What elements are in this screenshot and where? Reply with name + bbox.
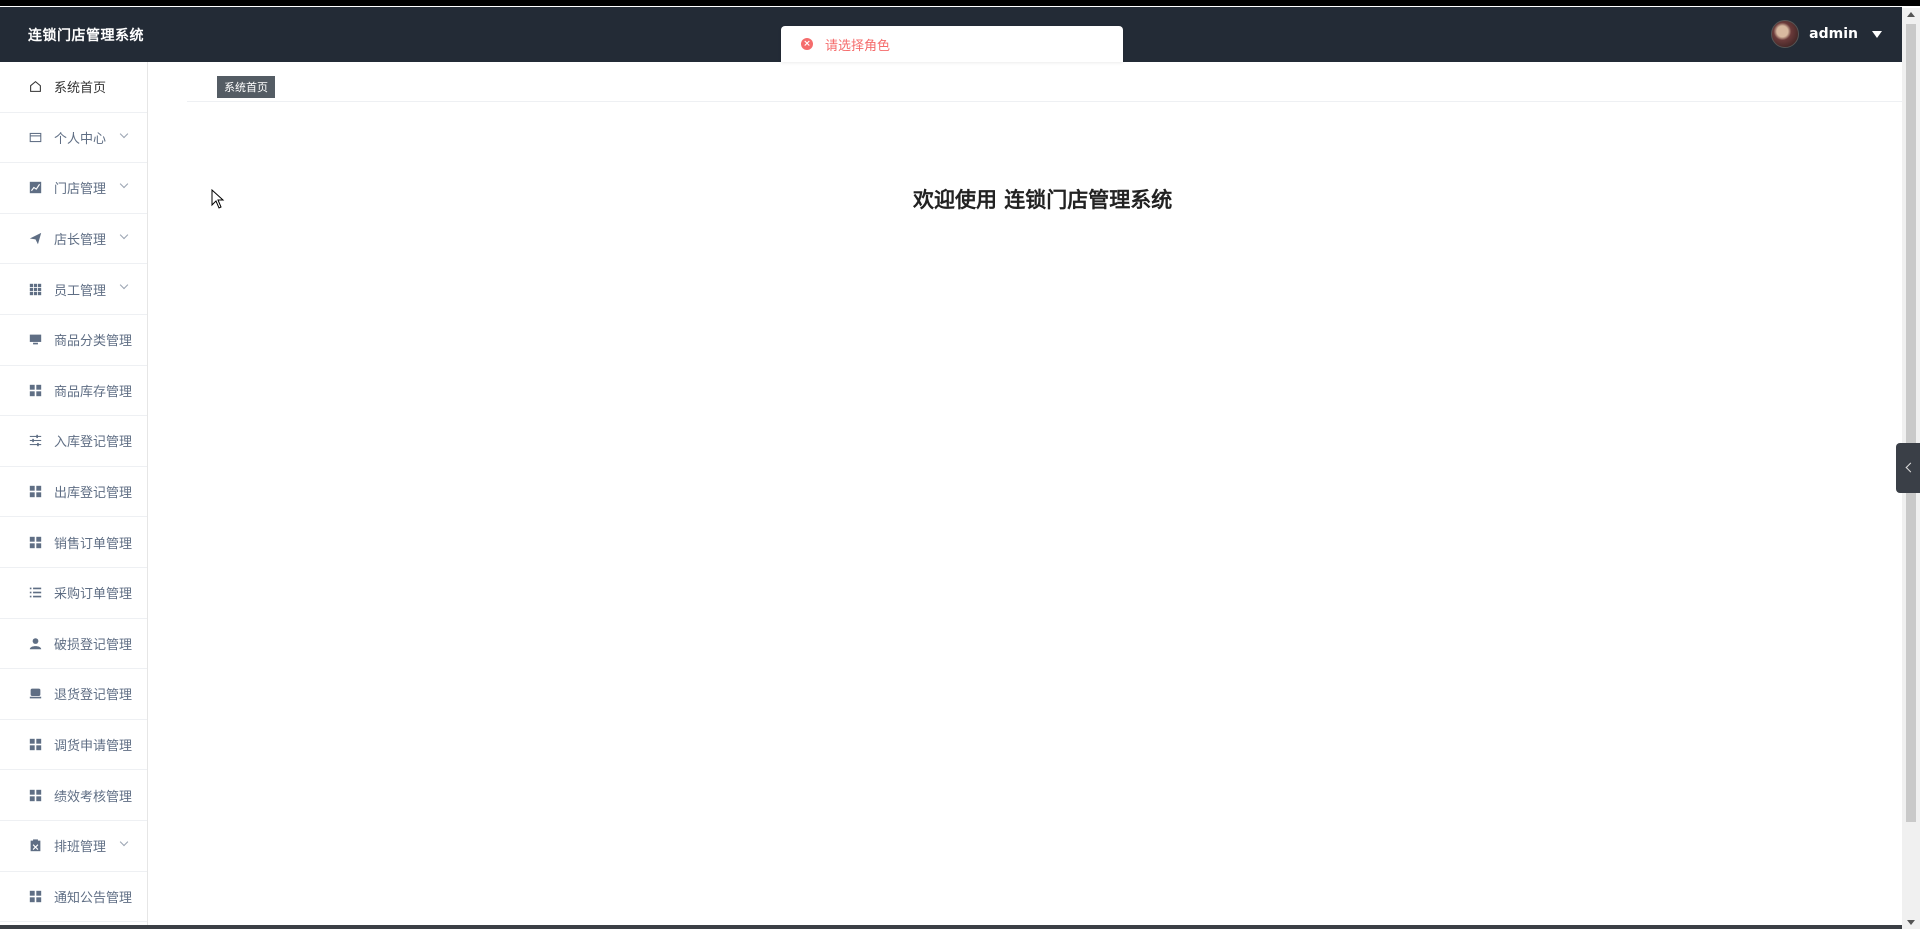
apps-icon [28, 889, 42, 903]
user-menu[interactable]: admin [1771, 20, 1882, 48]
chevron-down-icon [119, 837, 129, 847]
chevron-down-icon [119, 179, 129, 189]
breadcrumb-tag-home[interactable]: 系统首页 [217, 76, 275, 98]
sidebar-item-label: 店长管理 [54, 233, 107, 249]
sidebar-item-label: 绩效考核管理 [54, 789, 133, 805]
sidebar-item-category[interactable]: 商品分类管理 [0, 315, 147, 366]
wallet-icon [28, 130, 42, 144]
clipboard-icon [28, 839, 42, 853]
avatar[interactable] [1771, 20, 1800, 48]
apps-icon [28, 485, 42, 499]
sidebar-item-performance[interactable]: 绩效考核管理 [0, 770, 147, 821]
sidebar-item-label: 个人中心 [54, 131, 107, 147]
scroll-thumb[interactable] [1906, 24, 1916, 822]
error-toast: × 请选择角色 [781, 26, 1123, 62]
window-bottom-border [0, 925, 1902, 929]
mouse-cursor-icon [211, 189, 225, 209]
grid-icon [28, 282, 42, 296]
scroll-up-icon[interactable] [1907, 12, 1915, 17]
sidebar-item-label: 破损登记管理 [54, 637, 133, 653]
sidebar-item-notice[interactable]: 通知公告管理 [0, 872, 147, 923]
sidebar-item-store[interactable]: 门店管理 [0, 163, 147, 214]
sidebar-item-label: 系统首页 [54, 81, 107, 97]
sidebar-item-label: 商品库存管理 [54, 384, 133, 400]
sidebar-item-personal-center[interactable]: 个人中心 [0, 113, 147, 164]
apps-icon [28, 383, 42, 397]
sidebar-item-label: 通知公告管理 [54, 890, 133, 906]
sidebar-item-stock-out[interactable]: 出库登记管理 [0, 467, 147, 518]
sidebar-item-home[interactable]: 系统首页 [0, 62, 147, 113]
box-icon [28, 687, 42, 701]
chart-icon [28, 181, 42, 195]
page-title: 欢迎使用 连锁门店管理系统 [913, 188, 1173, 212]
sidebar-item-return[interactable]: 退货登记管理 [0, 669, 147, 720]
sidebar-item-schedule[interactable]: 排班管理 [0, 821, 147, 872]
apps-icon [28, 738, 42, 752]
sidebar-item-label: 退货登记管理 [54, 688, 133, 704]
sidebar-item-label: 出库登记管理 [54, 486, 133, 502]
send-icon [28, 232, 42, 246]
error-circle-icon: × [801, 38, 813, 50]
sidebar-item-label: 采购订单管理 [54, 587, 133, 603]
sidebar-item-label: 调货申请管理 [54, 739, 133, 755]
breadcrumb: 系统首页 [187, 62, 1902, 102]
sidebar-item-sales-order[interactable]: 销售订单管理 [0, 517, 147, 568]
apps-icon [28, 535, 42, 549]
user-icon [28, 636, 42, 650]
sidebar-item-label: 入库登记管理 [54, 435, 133, 451]
apps-icon [28, 788, 42, 802]
home-icon [28, 80, 42, 94]
list-icon [28, 586, 42, 600]
sliders-icon [28, 434, 42, 448]
sidebar-item-label: 员工管理 [54, 283, 107, 299]
chevron-down-icon [119, 129, 129, 138]
side-panel-toggle-button[interactable] [1896, 443, 1920, 493]
sidebar-menu: 系统首页 个人中心 门店管理 店长管理 员工管理 商品分类管理 商品库存管理 入… [0, 62, 148, 929]
monitor-icon [28, 333, 42, 347]
sidebar-item-label: 销售订单管理 [54, 536, 133, 552]
sidebar-item-inventory[interactable]: 商品库存管理 [0, 366, 147, 417]
app-title: 连锁门店管理系统 [28, 28, 144, 44]
sidebar-item-manager[interactable]: 店长管理 [0, 214, 147, 265]
sidebar-item-stock-in[interactable]: 入库登记管理 [0, 416, 147, 467]
sidebar-item-label: 排班管理 [54, 840, 107, 856]
scroll-down-icon[interactable] [1907, 920, 1915, 925]
username[interactable]: admin [1809, 26, 1858, 42]
toast-message: 请选择角色 [825, 38, 891, 54]
sidebar-item-label: 门店管理 [54, 182, 107, 198]
sidebar-item-damage[interactable]: 破损登记管理 [0, 619, 147, 670]
caret-down-icon[interactable] [1872, 30, 1882, 38]
chevron-down-icon [119, 281, 129, 290]
sidebar-item-label: 商品分类管理 [54, 334, 133, 350]
sidebar-item-employee[interactable]: 员工管理 [0, 264, 147, 315]
chevron-down-icon [119, 230, 129, 240]
sidebar-item-transfer[interactable]: 调货申请管理 [0, 720, 147, 771]
sidebar-item-purchase-order[interactable]: 采购订单管理 [0, 568, 147, 619]
